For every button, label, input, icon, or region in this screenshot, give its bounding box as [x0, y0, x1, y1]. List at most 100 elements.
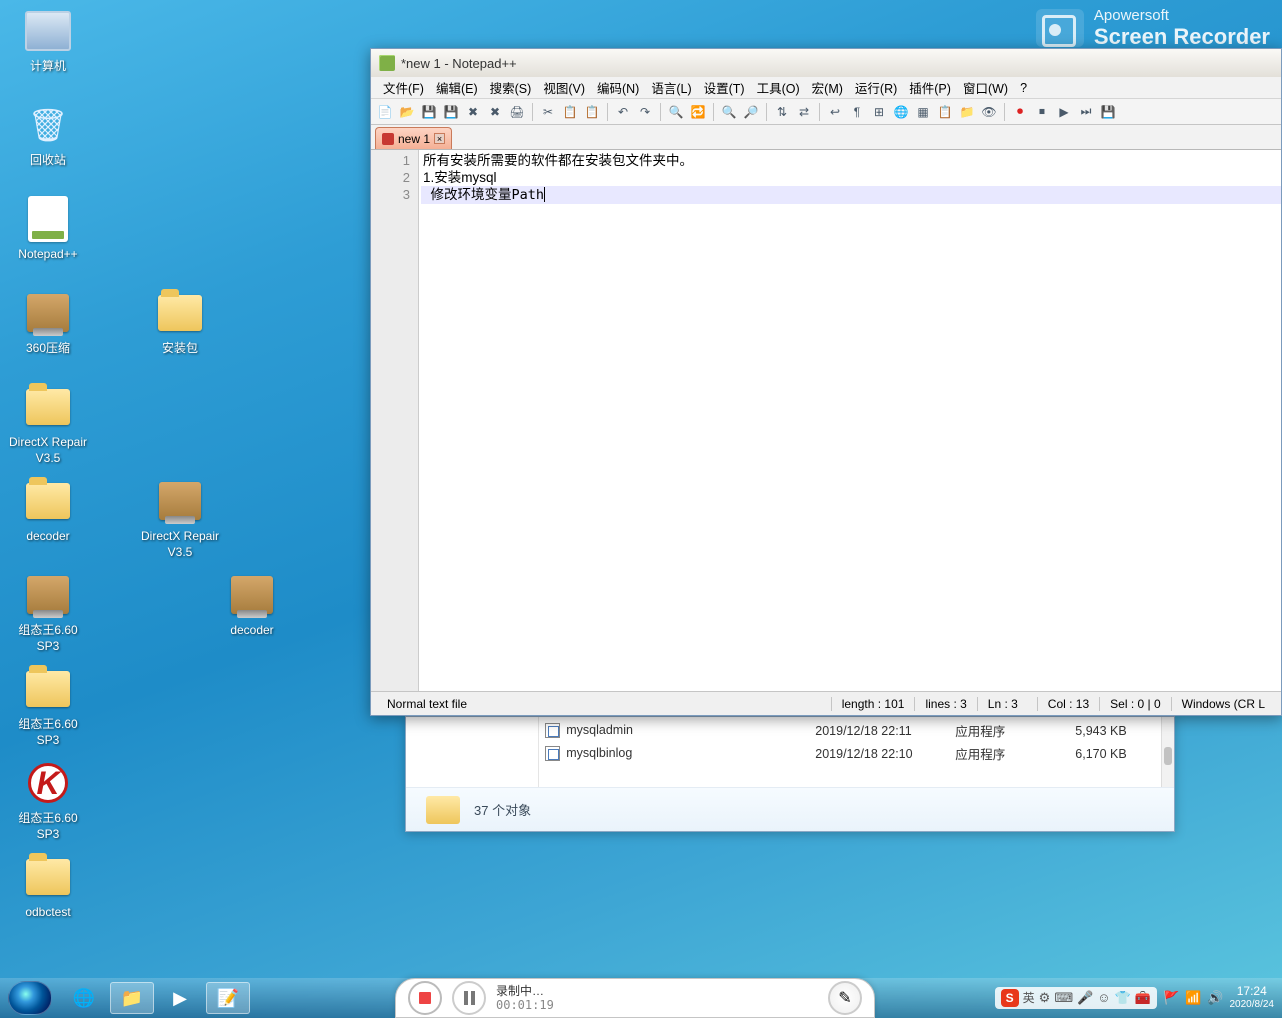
menu-search[interactable]: 搜索(S) [484, 76, 538, 99]
desktop-decoder-zip[interactable]: decoder [212, 570, 292, 639]
annotation-button[interactable]: ✎ [828, 981, 862, 1015]
desktop-decoder[interactable]: decoder [8, 476, 88, 545]
sogou-icon[interactable]: S [1001, 989, 1019, 1007]
desktop-directx-repair[interactable]: DirectX Repair V3.5 [8, 382, 88, 466]
menu-macro[interactable]: 宏(M) [806, 76, 849, 99]
explorer-file-list[interactable]: mysqladmin 2019/12/18 22:11 应用程序 5,943 K… [539, 717, 1161, 787]
run-macro-multi-button[interactable]: ⏭ [1076, 102, 1096, 122]
monitor-button[interactable]: 👁 [979, 102, 999, 122]
zoom-out-button[interactable]: 🔎 [741, 102, 761, 122]
wordwrap-button[interactable]: ↩ [825, 102, 845, 122]
kingview-icon [28, 763, 68, 803]
document-tabs[interactable]: new 1 × [371, 125, 1281, 150]
menu-run[interactable]: 运行(R) [849, 76, 903, 99]
menu-settings[interactable]: 设置(T) [698, 76, 751, 99]
mic-icon[interactable]: 🎤 [1077, 990, 1093, 1006]
ime-bar[interactable]: S 英 ⚙ ⌨ 🎤 ☺ 👕 🧰 [995, 987, 1157, 1009]
titlebar[interactable]: *new 1 - Notepad++ [371, 49, 1281, 77]
find-button[interactable]: 🔍 [666, 102, 686, 122]
tray-flag-icon[interactable]: 🚩 [1163, 990, 1179, 1006]
task-ie[interactable]: 🌐 [62, 982, 106, 1014]
tray-network-icon[interactable]: 📶 [1185, 990, 1201, 1006]
system-tray[interactable]: S 英 ⚙ ⌨ 🎤 ☺ 👕 🧰 🚩 📶 🔊 17:24 2020/8/24 [995, 985, 1274, 1010]
start-button[interactable] [8, 981, 52, 1015]
udl-button[interactable]: 🌐 [891, 102, 911, 122]
zoom-in-button[interactable]: 🔍 [719, 102, 739, 122]
task-mediaplayer[interactable]: ▶ [158, 982, 202, 1014]
zip-icon [159, 482, 201, 520]
desktop-notepadpp[interactable]: Notepad++ [8, 194, 88, 263]
skin-icon[interactable]: 👕 [1115, 990, 1131, 1006]
status-col: Col : 13 [1037, 697, 1099, 711]
toolbox-icon[interactable]: 🧰 [1135, 990, 1151, 1006]
menu-tools[interactable]: 工具(O) [751, 76, 806, 99]
func-list-button[interactable]: 📋 [935, 102, 955, 122]
desktop-install-pkg[interactable]: 安装包 [140, 288, 220, 357]
pause-record-button[interactable] [452, 981, 486, 1015]
explorer-nav-pane[interactable] [406, 717, 539, 787]
menu-window[interactable]: 窗口(W) [957, 76, 1014, 99]
menu-edit[interactable]: 编辑(E) [430, 76, 484, 99]
indent-guide-button[interactable]: ⊞ [869, 102, 889, 122]
screen-recorder-dock[interactable]: 录制中… 00:01:19 ✎ [395, 978, 875, 1018]
taskbar-clock[interactable]: 17:24 2020/8/24 [1230, 985, 1275, 1010]
menu-view[interactable]: 视图(V) [537, 76, 591, 99]
tray-volume-icon[interactable]: 🔊 [1207, 990, 1223, 1006]
editor[interactable]: 123 所有安装所需要的软件都在安装包文件夹中。 1.安装mysql 修改环境变… [371, 150, 1281, 691]
all-chars-button[interactable]: ¶ [847, 102, 867, 122]
toolbar[interactable]: 📄 📂 💾 💾 ✖ ✖ 🖨 ✂ 📋 📋 ↶ ↷ 🔍 🔁 🔍 🔎 ⇅ ⇄ ↩ ¶ … [371, 99, 1281, 125]
save-macro-button[interactable]: 💾 [1098, 102, 1118, 122]
open-file-button[interactable]: 📂 [397, 102, 417, 122]
stop-macro-button[interactable]: ⏹ [1032, 102, 1052, 122]
desktop-recycle-bin[interactable]: 🗑 回收站 [8, 100, 88, 169]
close-all-button[interactable]: ✖ [485, 102, 505, 122]
notepadpp-window[interactable]: *new 1 - Notepad++ 文件(F) 编辑(E) 搜索(S) 视图(… [370, 48, 1282, 716]
code-area[interactable]: 所有安装所需要的软件都在安装包文件夹中。 1.安装mysql 修改环境变量Pat… [419, 150, 1281, 691]
menu-language[interactable]: 语言(L) [645, 76, 697, 99]
copy-button[interactable]: 📋 [560, 102, 580, 122]
replace-button[interactable]: 🔁 [688, 102, 708, 122]
list-item[interactable]: mysqlbinlog 2019/12/18 22:10 应用程序 6,170 … [539, 742, 1161, 765]
save-button[interactable]: 💾 [419, 102, 439, 122]
paste-button[interactable]: 📋 [582, 102, 602, 122]
record-macro-button[interactable]: ⏺ [1010, 102, 1030, 122]
sync-v-button[interactable]: ⇅ [772, 102, 792, 122]
desktop-odbctest[interactable]: odbctest [8, 852, 88, 921]
desktop-360zip[interactable]: 360压缩 [8, 288, 88, 357]
print-button[interactable]: 🖨 [507, 102, 527, 122]
explorer-window[interactable]: mysqladmin 2019/12/18 22:11 应用程序 5,943 K… [405, 716, 1175, 832]
play-macro-button[interactable]: ▶ [1054, 102, 1074, 122]
desktop-directx-zip[interactable]: DirectX Repair V3.5 [140, 476, 220, 560]
tab-close-button[interactable]: × [434, 133, 445, 144]
menubar[interactable]: 文件(F) 编辑(E) 搜索(S) 视图(V) 编码(N) 语言(L) 设置(T… [371, 77, 1281, 99]
folder-workspace-button[interactable]: 📁 [957, 102, 977, 122]
task-notepadpp[interactable]: 📝 [206, 982, 250, 1014]
zip-icon [231, 576, 273, 614]
stop-record-button[interactable] [408, 981, 442, 1015]
redo-button[interactable]: ↷ [635, 102, 655, 122]
sync-h-button[interactable]: ⇄ [794, 102, 814, 122]
menu-help[interactable]: ? [1014, 79, 1033, 97]
explorer-scrollbar[interactable] [1161, 717, 1174, 787]
ime-lang[interactable]: 英 [1023, 989, 1035, 1006]
cut-button[interactable]: ✂ [538, 102, 558, 122]
menu-encoding[interactable]: 编码(N) [591, 76, 645, 99]
desktop-kingview-app[interactable]: 组态王6.60 SP3 [8, 758, 88, 842]
tab-new1[interactable]: new 1 × [375, 127, 452, 149]
keyboard-icon[interactable]: ⌨ [1054, 990, 1073, 1006]
close-button[interactable]: ✖ [463, 102, 483, 122]
desktop-kingview-sp3-b[interactable]: 组态王6.60 SP3 [8, 664, 88, 748]
new-file-button[interactable]: 📄 [375, 102, 395, 122]
smiley-icon[interactable]: ☺ [1097, 990, 1110, 1005]
list-item[interactable]: mysqladmin 2019/12/18 22:11 应用程序 5,943 K… [539, 719, 1161, 742]
save-all-button[interactable]: 💾 [441, 102, 461, 122]
desktop-kingview-sp3-a[interactable]: 组态王6.60 SP3 [8, 570, 88, 654]
scrollbar-thumb[interactable] [1164, 747, 1172, 765]
ime-tool-icon[interactable]: ⚙ [1039, 990, 1051, 1006]
menu-plugins[interactable]: 插件(P) [903, 76, 957, 99]
doc-map-button[interactable]: ▦ [913, 102, 933, 122]
undo-button[interactable]: ↶ [613, 102, 633, 122]
task-explorer[interactable]: 📁 [110, 982, 154, 1014]
desktop-computer[interactable]: 计算机 [8, 6, 88, 75]
menu-file[interactable]: 文件(F) [377, 76, 430, 99]
